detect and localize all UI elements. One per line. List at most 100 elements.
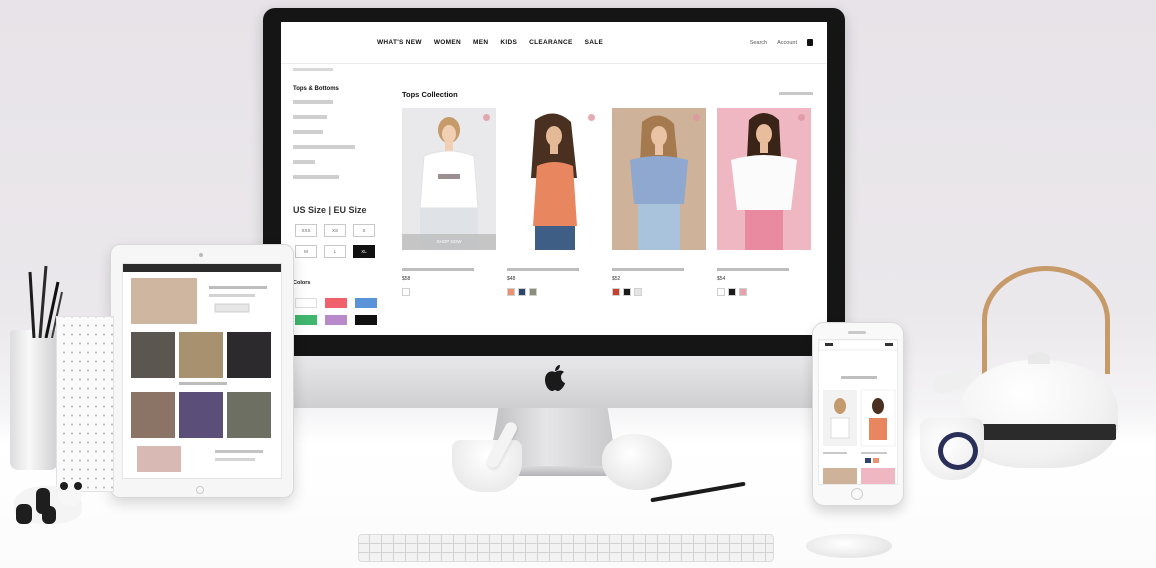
ipad-home-button[interactable] (196, 486, 204, 494)
mouse (806, 534, 892, 558)
nav-menu: WHAT'S NEW WOMEN MEN KIDS CLEARANCE SALE (377, 39, 603, 46)
nav-item-kids[interactable]: KIDS (500, 39, 517, 46)
shop-now-button[interactable]: SHOP NOW (402, 234, 496, 250)
color-option-red[interactable] (325, 298, 347, 308)
color-swatch[interactable] (529, 288, 537, 296)
product-name[interactable] (717, 268, 789, 271)
size-option-xxs[interactable]: XXS (295, 224, 317, 237)
ipad-screen (122, 263, 282, 479)
panda-ear (60, 482, 68, 490)
ipad-camera (199, 253, 203, 257)
color-option-blue[interactable] (355, 298, 377, 308)
search-link[interactable]: Search (750, 40, 767, 46)
section-title: Tops Collection (402, 90, 458, 99)
product-photo[interactable] (717, 108, 811, 250)
size-filter-title: US Size | EU Size (293, 205, 367, 215)
breadcrumb[interactable] (293, 68, 333, 71)
sidebar-title: Tops & Bottoms (293, 86, 339, 92)
wishlist-heart-icon[interactable] (798, 114, 805, 121)
size-option-xl[interactable]: XL (353, 245, 375, 258)
model-illustration (717, 108, 811, 250)
product-photo[interactable]: SHOP NOW (402, 108, 496, 250)
color-swatch[interactable] (717, 288, 725, 296)
mortar-bowl (452, 440, 522, 492)
ipad-store-page (123, 264, 281, 472)
product-grid: SHOP NOW $58 $48 $52 $54 (402, 108, 811, 296)
wishlist-heart-icon[interactable] (588, 114, 595, 121)
wishlist-heart-icon[interactable] (483, 114, 490, 121)
sidebar-category-link[interactable] (293, 130, 323, 134)
store-nav-bar: WHAT'S NEW WOMEN MEN KIDS CLEARANCE SALE… (281, 22, 827, 64)
apple-logo-icon (545, 365, 565, 391)
size-option-m[interactable]: M (295, 245, 317, 258)
desk-calendar (56, 316, 114, 492)
nav-item-sale[interactable]: SALE (585, 39, 604, 46)
iphone-home-button[interactable] (851, 488, 863, 500)
iphone-speaker (848, 331, 866, 334)
size-option-l[interactable]: L (324, 245, 346, 258)
nav-item-clearance[interactable]: CLEARANCE (529, 39, 573, 46)
size-filter: XXS XS S M L XL (295, 224, 375, 258)
teapot-lid (1028, 352, 1050, 364)
teapot-band (962, 424, 1116, 440)
color-swatch[interactable] (634, 288, 642, 296)
sidebar-category-link[interactable] (293, 115, 327, 119)
sidebar-category-link[interactable] (293, 160, 315, 164)
nav-item-whats-new[interactable]: WHAT'S NEW (377, 39, 422, 46)
product-swatches (612, 288, 706, 296)
color-swatch[interactable] (518, 288, 526, 296)
product-name[interactable] (612, 268, 684, 271)
product-swatches (402, 288, 496, 296)
color-filter-title: Colors (293, 280, 311, 286)
pencil-cup (10, 330, 58, 470)
color-swatch[interactable] (612, 288, 620, 296)
color-filter (295, 298, 377, 325)
sidebar-category-link[interactable] (293, 100, 333, 104)
color-option-black[interactable] (355, 315, 377, 325)
size-option-xs[interactable]: XS (324, 224, 346, 237)
view-all-link[interactable] (779, 92, 813, 95)
color-option-purple[interactable] (325, 315, 347, 325)
product-price: $54 (717, 276, 726, 282)
product-photo[interactable] (612, 108, 706, 250)
iphone-store-page (819, 340, 897, 484)
product-price: $58 (402, 276, 411, 282)
panda-leg (42, 506, 56, 524)
shopping-bag-icon[interactable] (807, 39, 813, 46)
product-swatches (507, 288, 601, 296)
color-swatch[interactable] (623, 288, 631, 296)
product-price: $52 (612, 276, 621, 282)
color-swatch[interactable] (728, 288, 736, 296)
size-option-s[interactable]: S (353, 224, 375, 237)
color-swatch[interactable] (402, 288, 410, 296)
teacup-pattern (938, 432, 978, 470)
product-name[interactable] (507, 268, 579, 271)
keyboard (358, 534, 774, 562)
product-card[interactable]: $54 (717, 108, 811, 296)
sidebar-category-link[interactable] (293, 175, 339, 179)
product-card[interactable]: $48 (507, 108, 601, 296)
product-card[interactable]: $52 (612, 108, 706, 296)
pen (650, 481, 746, 503)
model-illustration (402, 108, 496, 250)
nav-item-women[interactable]: WOMEN (434, 39, 461, 46)
wishlist-heart-icon[interactable] (693, 114, 700, 121)
product-price: $48 (507, 276, 516, 282)
account-link[interactable]: Account (777, 40, 797, 46)
nav-item-men[interactable]: MEN (473, 39, 488, 46)
product-name[interactable] (402, 268, 474, 271)
color-option-green[interactable] (295, 315, 317, 325)
crumpled-paper (602, 434, 672, 490)
model-illustration (507, 108, 601, 250)
color-swatch[interactable] (739, 288, 747, 296)
color-option-white[interactable] (295, 298, 317, 308)
product-card[interactable]: SHOP NOW $58 (402, 108, 496, 296)
color-swatch[interactable] (507, 288, 515, 296)
panda-ear (74, 482, 82, 490)
filter-sidebar: Tops & Bottoms (293, 86, 383, 190)
product-photo[interactable] (507, 108, 601, 250)
panda-leg (16, 504, 32, 524)
imac-screen: WHAT'S NEW WOMEN MEN KIDS CLEARANCE SALE… (281, 22, 827, 335)
iphone-screen (818, 339, 898, 485)
sidebar-category-link[interactable] (293, 145, 355, 149)
